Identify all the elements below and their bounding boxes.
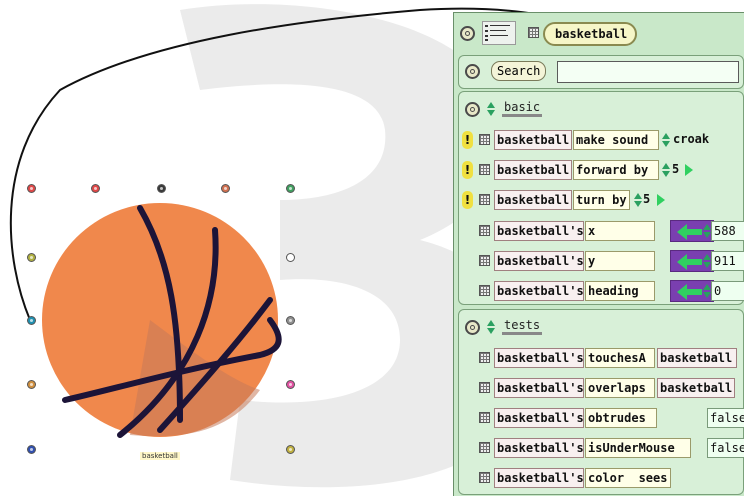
tile-icon[interactable] (479, 442, 490, 453)
category-pane-basic: basic ! basketball make sound croak ! ba… (458, 91, 744, 305)
halo-duplicate-handle[interactable] (286, 184, 295, 193)
value-arrows-icon[interactable] (703, 284, 711, 298)
number-argument[interactable]: 5 (670, 160, 681, 180)
test-tile[interactable]: overlaps (585, 378, 655, 398)
fire-button[interactable]: ! (462, 191, 473, 209)
object-tile[interactable]: basketball's (494, 468, 584, 488)
test-tile[interactable]: color sees (585, 468, 671, 488)
search-button[interactable]: Search (491, 61, 547, 81)
object-tile[interactable]: basketball (494, 160, 572, 180)
category-menu-button[interactable] (465, 320, 480, 335)
object-tile[interactable]: basketball's (494, 408, 584, 428)
test-argument-tile[interactable]: basketball (657, 378, 735, 398)
argument-arrows-icon[interactable] (662, 163, 670, 177)
halo-paint-handle[interactable] (27, 380, 36, 389)
tile-icon[interactable] (528, 27, 539, 38)
object-name-label[interactable]: basketball (140, 452, 180, 460)
category-pane-tests: tests basketball's touchesA basketball b… (458, 309, 744, 495)
test-tile[interactable]: touchesA (585, 348, 655, 368)
search-pane: Search (458, 55, 744, 89)
test-value[interactable]: false (707, 438, 744, 458)
slot-value[interactable]: 0 (711, 281, 744, 301)
play-arrow-icon[interactable] (657, 194, 665, 206)
halo-grab-handle[interactable] (157, 184, 166, 193)
category-label[interactable]: basic (502, 100, 543, 117)
argument-arrows-icon[interactable] (662, 133, 670, 147)
viewer-menu-button[interactable] (460, 26, 475, 41)
search-input[interactable] (557, 61, 739, 83)
object-name-pill[interactable]: basketball (543, 22, 637, 46)
halo-color-handle[interactable] (286, 380, 295, 389)
halo-drag-handle[interactable] (221, 184, 230, 193)
object-tile[interactable]: basketball's (494, 348, 584, 368)
halo-menu-handle[interactable] (27, 253, 36, 262)
category-arrows-icon[interactable] (487, 102, 495, 116)
fire-button[interactable]: ! (462, 161, 473, 179)
object-viewer: basketball Search basic ! basketball mak… (453, 12, 744, 496)
slot-name-tile[interactable]: y (585, 251, 655, 271)
object-tile[interactable]: basketball (494, 190, 572, 210)
tile-icon[interactable] (479, 285, 490, 296)
test-tile[interactable]: isUnderMouse (585, 438, 691, 458)
halo-viewer-handle[interactable] (27, 316, 36, 325)
object-tile[interactable]: basketball's (494, 281, 584, 301)
test-argument-tile[interactable]: basketball (657, 348, 737, 368)
test-tile[interactable]: obtrudes (585, 408, 657, 428)
slot-name-tile[interactable]: x (585, 221, 655, 241)
category-arrows-icon[interactable] (487, 320, 495, 334)
tile-icon[interactable] (479, 255, 490, 266)
thumbnail-icon (482, 21, 516, 45)
object-tile[interactable]: basketball's (494, 378, 584, 398)
basketball-sprite[interactable] (30, 190, 310, 450)
value-arrows-icon[interactable] (703, 224, 711, 238)
slot-value[interactable]: 588 (711, 221, 744, 241)
play-arrow-icon[interactable] (685, 164, 693, 176)
category-label[interactable]: tests (502, 318, 543, 335)
search-pane-menu-button[interactable] (465, 64, 480, 79)
tile-icon[interactable] (479, 412, 490, 423)
halo-delete-handle[interactable] (27, 184, 36, 193)
tile-icon[interactable] (479, 472, 490, 483)
halo-resize-handle[interactable] (286, 445, 295, 454)
command-tile[interactable]: make sound (573, 130, 659, 150)
command-tile[interactable]: turn by (573, 190, 630, 210)
halo-collapse-handle[interactable] (91, 184, 100, 193)
object-tile[interactable]: basketball's (494, 221, 584, 241)
halo-debug-handle[interactable] (286, 253, 295, 262)
fire-button[interactable]: ! (462, 131, 473, 149)
object-tile[interactable]: basketball (494, 130, 572, 150)
test-value[interactable]: false (707, 408, 744, 428)
command-tile[interactable]: forward by (573, 160, 659, 180)
tile-icon[interactable] (479, 352, 490, 363)
sound-argument[interactable]: croak (671, 130, 711, 150)
tile-icon[interactable] (479, 225, 490, 236)
object-tile[interactable]: basketball's (494, 251, 584, 271)
tile-icon[interactable] (479, 164, 490, 175)
tile-icon[interactable] (479, 134, 490, 145)
number-argument[interactable]: 5 (641, 190, 652, 210)
tile-icon[interactable] (479, 382, 490, 393)
halo-rotate-handle[interactable] (27, 445, 36, 454)
slot-name-tile[interactable]: heading (585, 281, 655, 301)
object-tile[interactable]: basketball's (494, 438, 584, 458)
value-arrows-icon[interactable] (703, 254, 711, 268)
halo-tile-handle[interactable] (286, 316, 295, 325)
slot-value[interactable]: 911 (711, 251, 744, 271)
category-menu-button[interactable] (465, 102, 480, 117)
tile-icon[interactable] (479, 194, 490, 205)
